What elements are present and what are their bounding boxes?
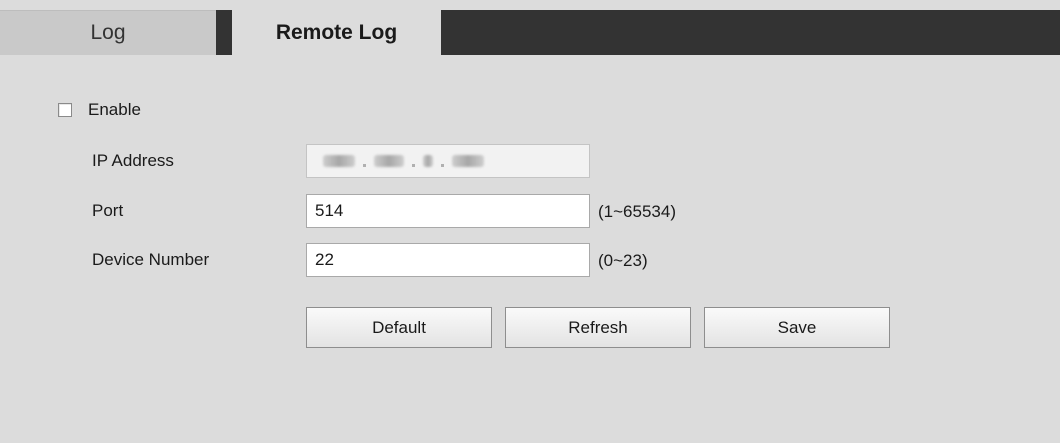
port-row: Port: [92, 201, 123, 221]
ip-address-field[interactable]: [306, 144, 590, 178]
ip-address-row: IP Address: [92, 151, 174, 171]
device-number-range-hint: (0~23): [598, 251, 648, 270]
tab-log-label: Log: [90, 21, 126, 44]
device-number-input[interactable]: 22: [306, 243, 590, 277]
tab-remote-log-label: Remote Log: [275, 21, 398, 44]
ip-octet-1: [323, 155, 355, 167]
enable-checkbox[interactable]: [58, 103, 72, 117]
port-input[interactable]: 514: [306, 194, 590, 228]
port-value: 514: [315, 201, 344, 220]
ip-dot-icon: [441, 163, 444, 167]
enable-label: Enable: [88, 100, 141, 119]
tab-remote-log[interactable]: Remote Log: [232, 10, 441, 56]
tab-bar: Log Remote Log: [0, 0, 1060, 56]
port-range-hint: (1~65534): [598, 202, 676, 221]
ip-dot-icon: [363, 163, 366, 167]
device-number-value: 22: [315, 250, 334, 269]
default-button-label: Default: [372, 317, 426, 337]
save-button-label: Save: [777, 317, 817, 337]
remote-log-form: Enable IP Address Port 514 (1~65534) Dev…: [0, 55, 1060, 443]
refresh-button-label: Refresh: [568, 317, 628, 337]
ip-octet-3: [423, 155, 433, 167]
tab-log[interactable]: Log: [0, 10, 216, 55]
tab-separator: [216, 10, 232, 55]
ip-octet-2: [374, 155, 404, 167]
ip-dot-icon: [412, 163, 415, 167]
ip-address-label: IP Address: [92, 151, 174, 170]
device-number-label: Device Number: [92, 250, 210, 269]
port-label: Port: [92, 201, 124, 220]
device-number-row: Device Number: [92, 250, 209, 270]
default-button[interactable]: Default: [306, 307, 492, 348]
refresh-button[interactable]: Refresh: [505, 307, 691, 348]
enable-row: Enable: [58, 100, 141, 120]
ip-octet-4: [452, 155, 484, 167]
save-button[interactable]: Save: [704, 307, 890, 348]
